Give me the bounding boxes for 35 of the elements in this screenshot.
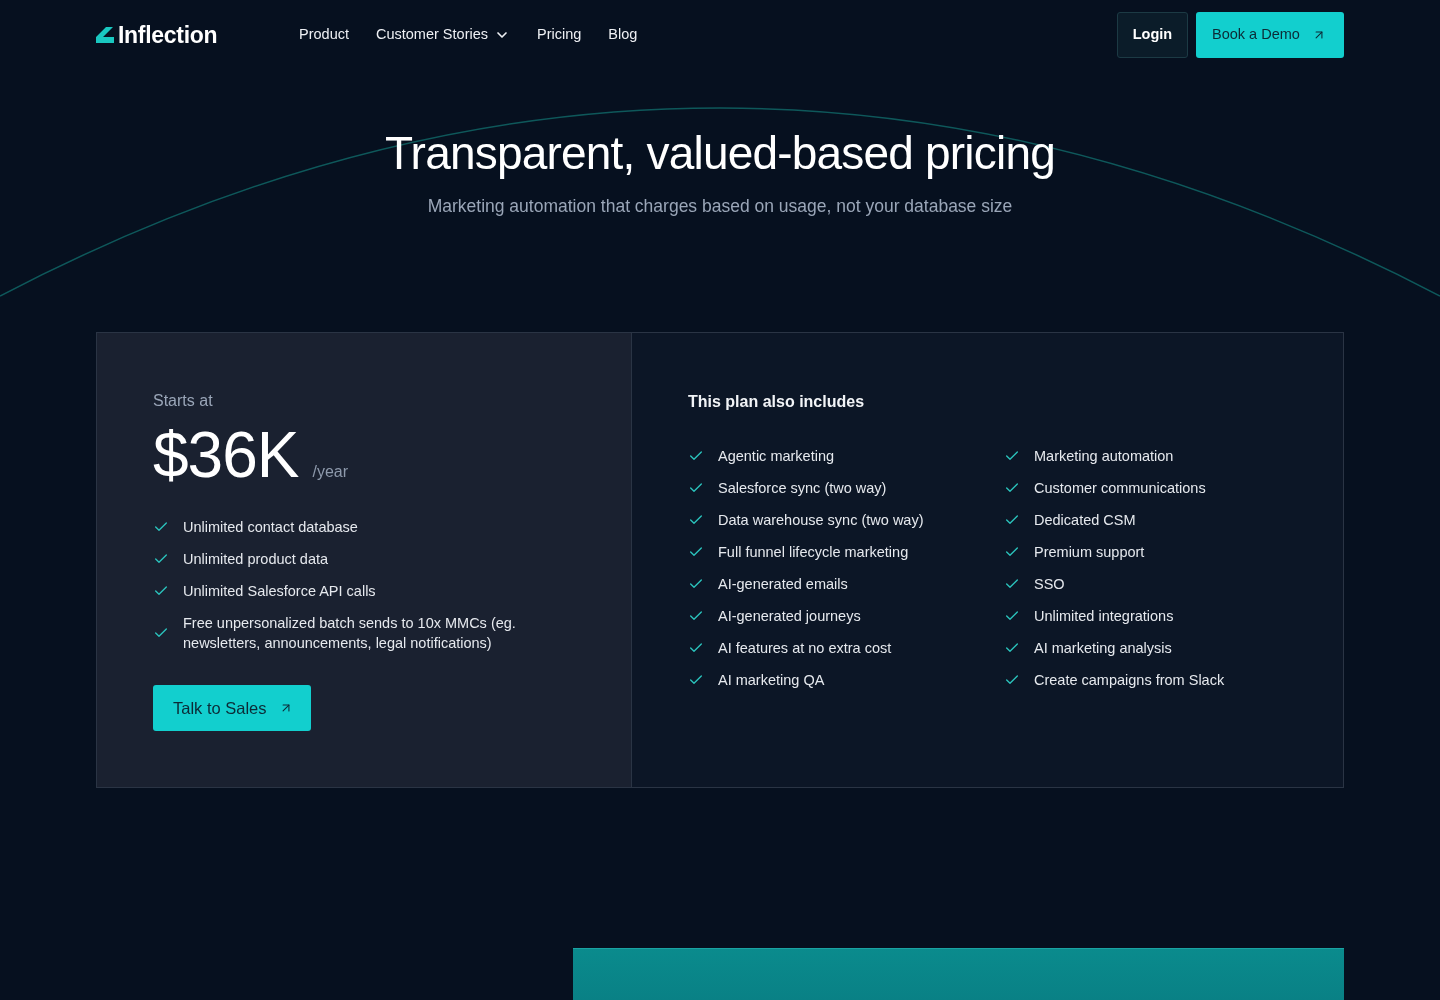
nav-link[interactable]: Pricing xyxy=(537,24,582,46)
feature-text: Customer communications xyxy=(1034,479,1206,498)
feature-text: Create campaigns from Slack xyxy=(1034,671,1225,690)
includes-title: This plan also includes xyxy=(688,392,866,412)
talk-to-sales-button[interactable]: Talk to Sales xyxy=(153,685,311,731)
logo-text[interactable]: Inflection xyxy=(118,17,218,53)
feature-text: Unlimited Salesforce API calls xyxy=(183,582,376,601)
feature-text: Dedicated CSM xyxy=(1034,511,1136,530)
login-button[interactable]: Login xyxy=(1117,12,1188,58)
feature-text: AI marketing analysis xyxy=(1034,639,1172,658)
feature-text: AI features at no extra cost xyxy=(718,639,892,658)
book-demo-button[interactable]: Book a Demo xyxy=(1196,12,1344,58)
feature-text: Marketing automation xyxy=(1034,447,1174,466)
feature-text: Free unpersonalized batch sends to 10x MMCs (eg. newsletters, announcements, legal notifications) xyxy=(183,614,517,653)
page-subtitle: Marketing automation that charges based on usage, not your database size xyxy=(427,195,1013,218)
feature-text: Premium support xyxy=(1034,543,1145,562)
feature-text: Unlimited integrations xyxy=(1034,607,1174,626)
feature-text: Data warehouse sync (two way) xyxy=(718,511,924,530)
starts-label: Starts at xyxy=(153,391,214,411)
nav-link[interactable]: Blog xyxy=(608,24,638,46)
logo-icon xyxy=(96,27,114,43)
page-title: Transparent, valued-based pricing xyxy=(385,126,1055,181)
feature-text: AI-generated emails xyxy=(718,575,848,594)
feature-text: AI marketing QA xyxy=(718,671,825,690)
feature-text: Unlimited contact database xyxy=(183,518,358,537)
feature-text: Agentic marketing xyxy=(718,447,835,466)
nav-link[interactable]: Customer Stories xyxy=(376,24,510,46)
feature-text: Unlimited product data xyxy=(183,550,329,569)
feature-text: AI-generated journeys xyxy=(718,607,861,626)
price: $36K xyxy=(153,423,299,487)
feature-text: SSO xyxy=(1034,575,1065,594)
feature-text: Salesforce sync (two way) xyxy=(718,479,887,498)
price-period: /year xyxy=(312,462,349,482)
nav-link[interactable]: Product xyxy=(299,24,349,46)
feature-text: Full funnel lifecycle marketing xyxy=(718,543,909,562)
